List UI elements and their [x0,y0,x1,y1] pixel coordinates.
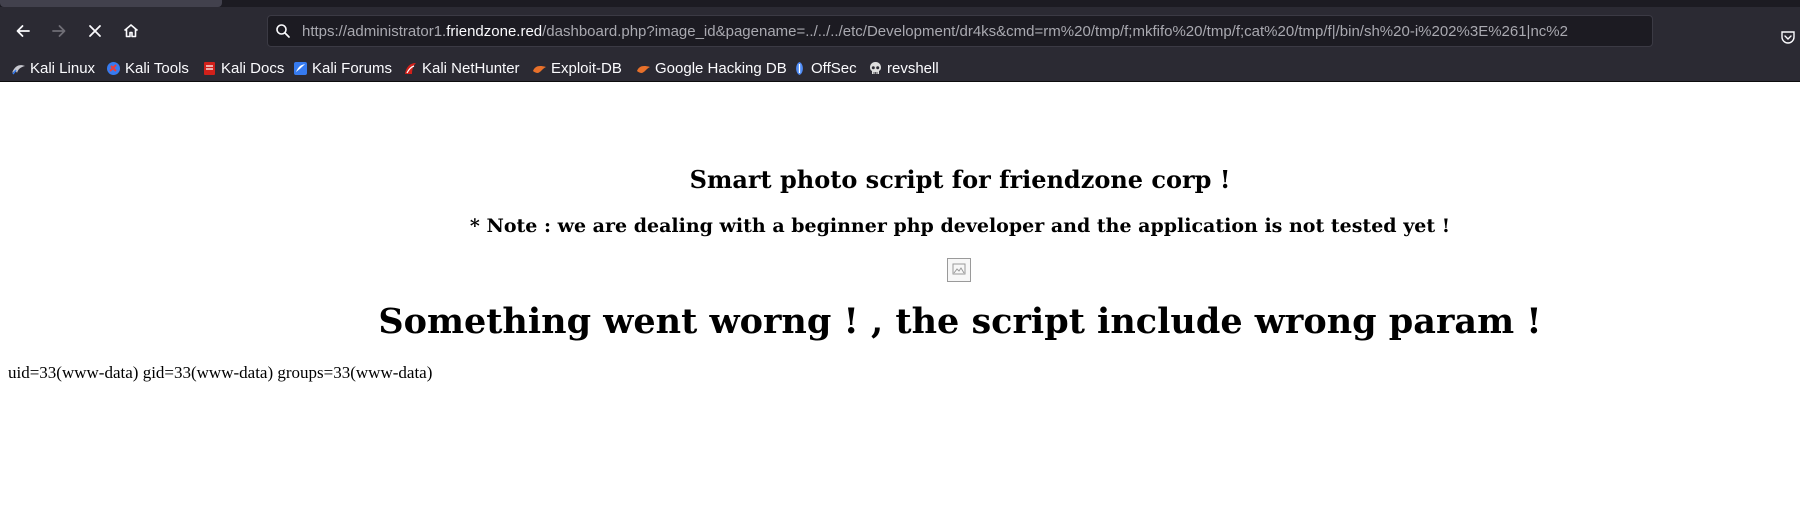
bookmark-google-hacking-db[interactable]: Google Hacking DB [636,58,787,78]
bookmark-kali-nethunter[interactable]: Kali NetHunter [403,58,520,78]
skull-icon [868,61,883,76]
kali-dragon-icon [11,61,26,76]
bookmark-label: OffSec [811,59,857,77]
home-icon [123,24,139,38]
url-text[interactable]: https://administrator1.friendzone.red/da… [302,23,1648,41]
bookmark-kali-docs[interactable]: Kali Docs [202,58,284,78]
back-icon [16,25,30,37]
pocket-icon[interactable] [1780,29,1796,45]
ghdb-icon [636,61,651,76]
bookmark-label: Kali Docs [221,59,285,77]
bookmark-exploit-db[interactable]: Exploit-DB [532,58,622,78]
back-button[interactable] [9,17,37,45]
url-prefix: https://administrator1. [302,23,447,40]
bookmark-offsec[interactable]: OffSec [792,58,857,78]
bookmark-label: Kali Forums [312,59,393,77]
nethunter-icon [403,61,418,76]
forward-button[interactable] [45,17,73,45]
page-title: Smart photo script for friendzone corp ! [689,165,1231,194]
bookmarks-toolbar: Kali Linux Kali Tools Kali Docs Kali For… [0,55,1800,82]
bookmark-label: Google Hacking DB [655,59,787,77]
bookmark-label: Kali NetHunter [422,59,520,77]
bookmark-kali-forums[interactable]: Kali Forums [293,58,392,78]
active-tab[interactable] [0,0,222,7]
forward-icon [52,25,66,37]
kali-tools-icon [106,61,121,76]
tab-strip [0,0,1800,7]
bookmark-kali-linux[interactable]: Kali Linux [11,58,95,78]
page-note: * Note : we are dealing with a beginner … [469,215,1451,237]
kali-docs-icon [202,61,217,76]
kali-forums-icon [293,61,308,76]
bookmark-revshell[interactable]: revshell [868,58,939,78]
error-message: Something went worng ! , the script incl… [378,301,1542,342]
command-output: uid=33(www-data) gid=33(www-data) groups… [8,363,433,382]
url-host: friendzone.red [446,23,543,40]
stop-icon [89,25,101,37]
page-content: Smart photo script for friendzone corp !… [0,83,1800,505]
offsec-icon [792,61,807,76]
bookmark-label: Exploit-DB [551,59,622,77]
bookmark-label: revshell [887,59,939,77]
bookmark-kali-tools[interactable]: Kali Tools [106,58,189,78]
home-button[interactable] [117,17,145,45]
broken-image-icon [947,258,971,282]
url-path: /dashboard.php?image_id&pagename=../../.… [542,23,1568,40]
exploitdb-icon [532,61,547,76]
address-bar[interactable]: https://administrator1.friendzone.red/da… [267,15,1653,47]
bookmark-label: Kali Linux [30,59,96,77]
navigation-toolbar: https://administrator1.friendzone.red/da… [0,7,1800,55]
bookmark-label: Kali Tools [125,59,189,77]
search-icon [276,24,290,38]
stop-button[interactable] [81,17,109,45]
